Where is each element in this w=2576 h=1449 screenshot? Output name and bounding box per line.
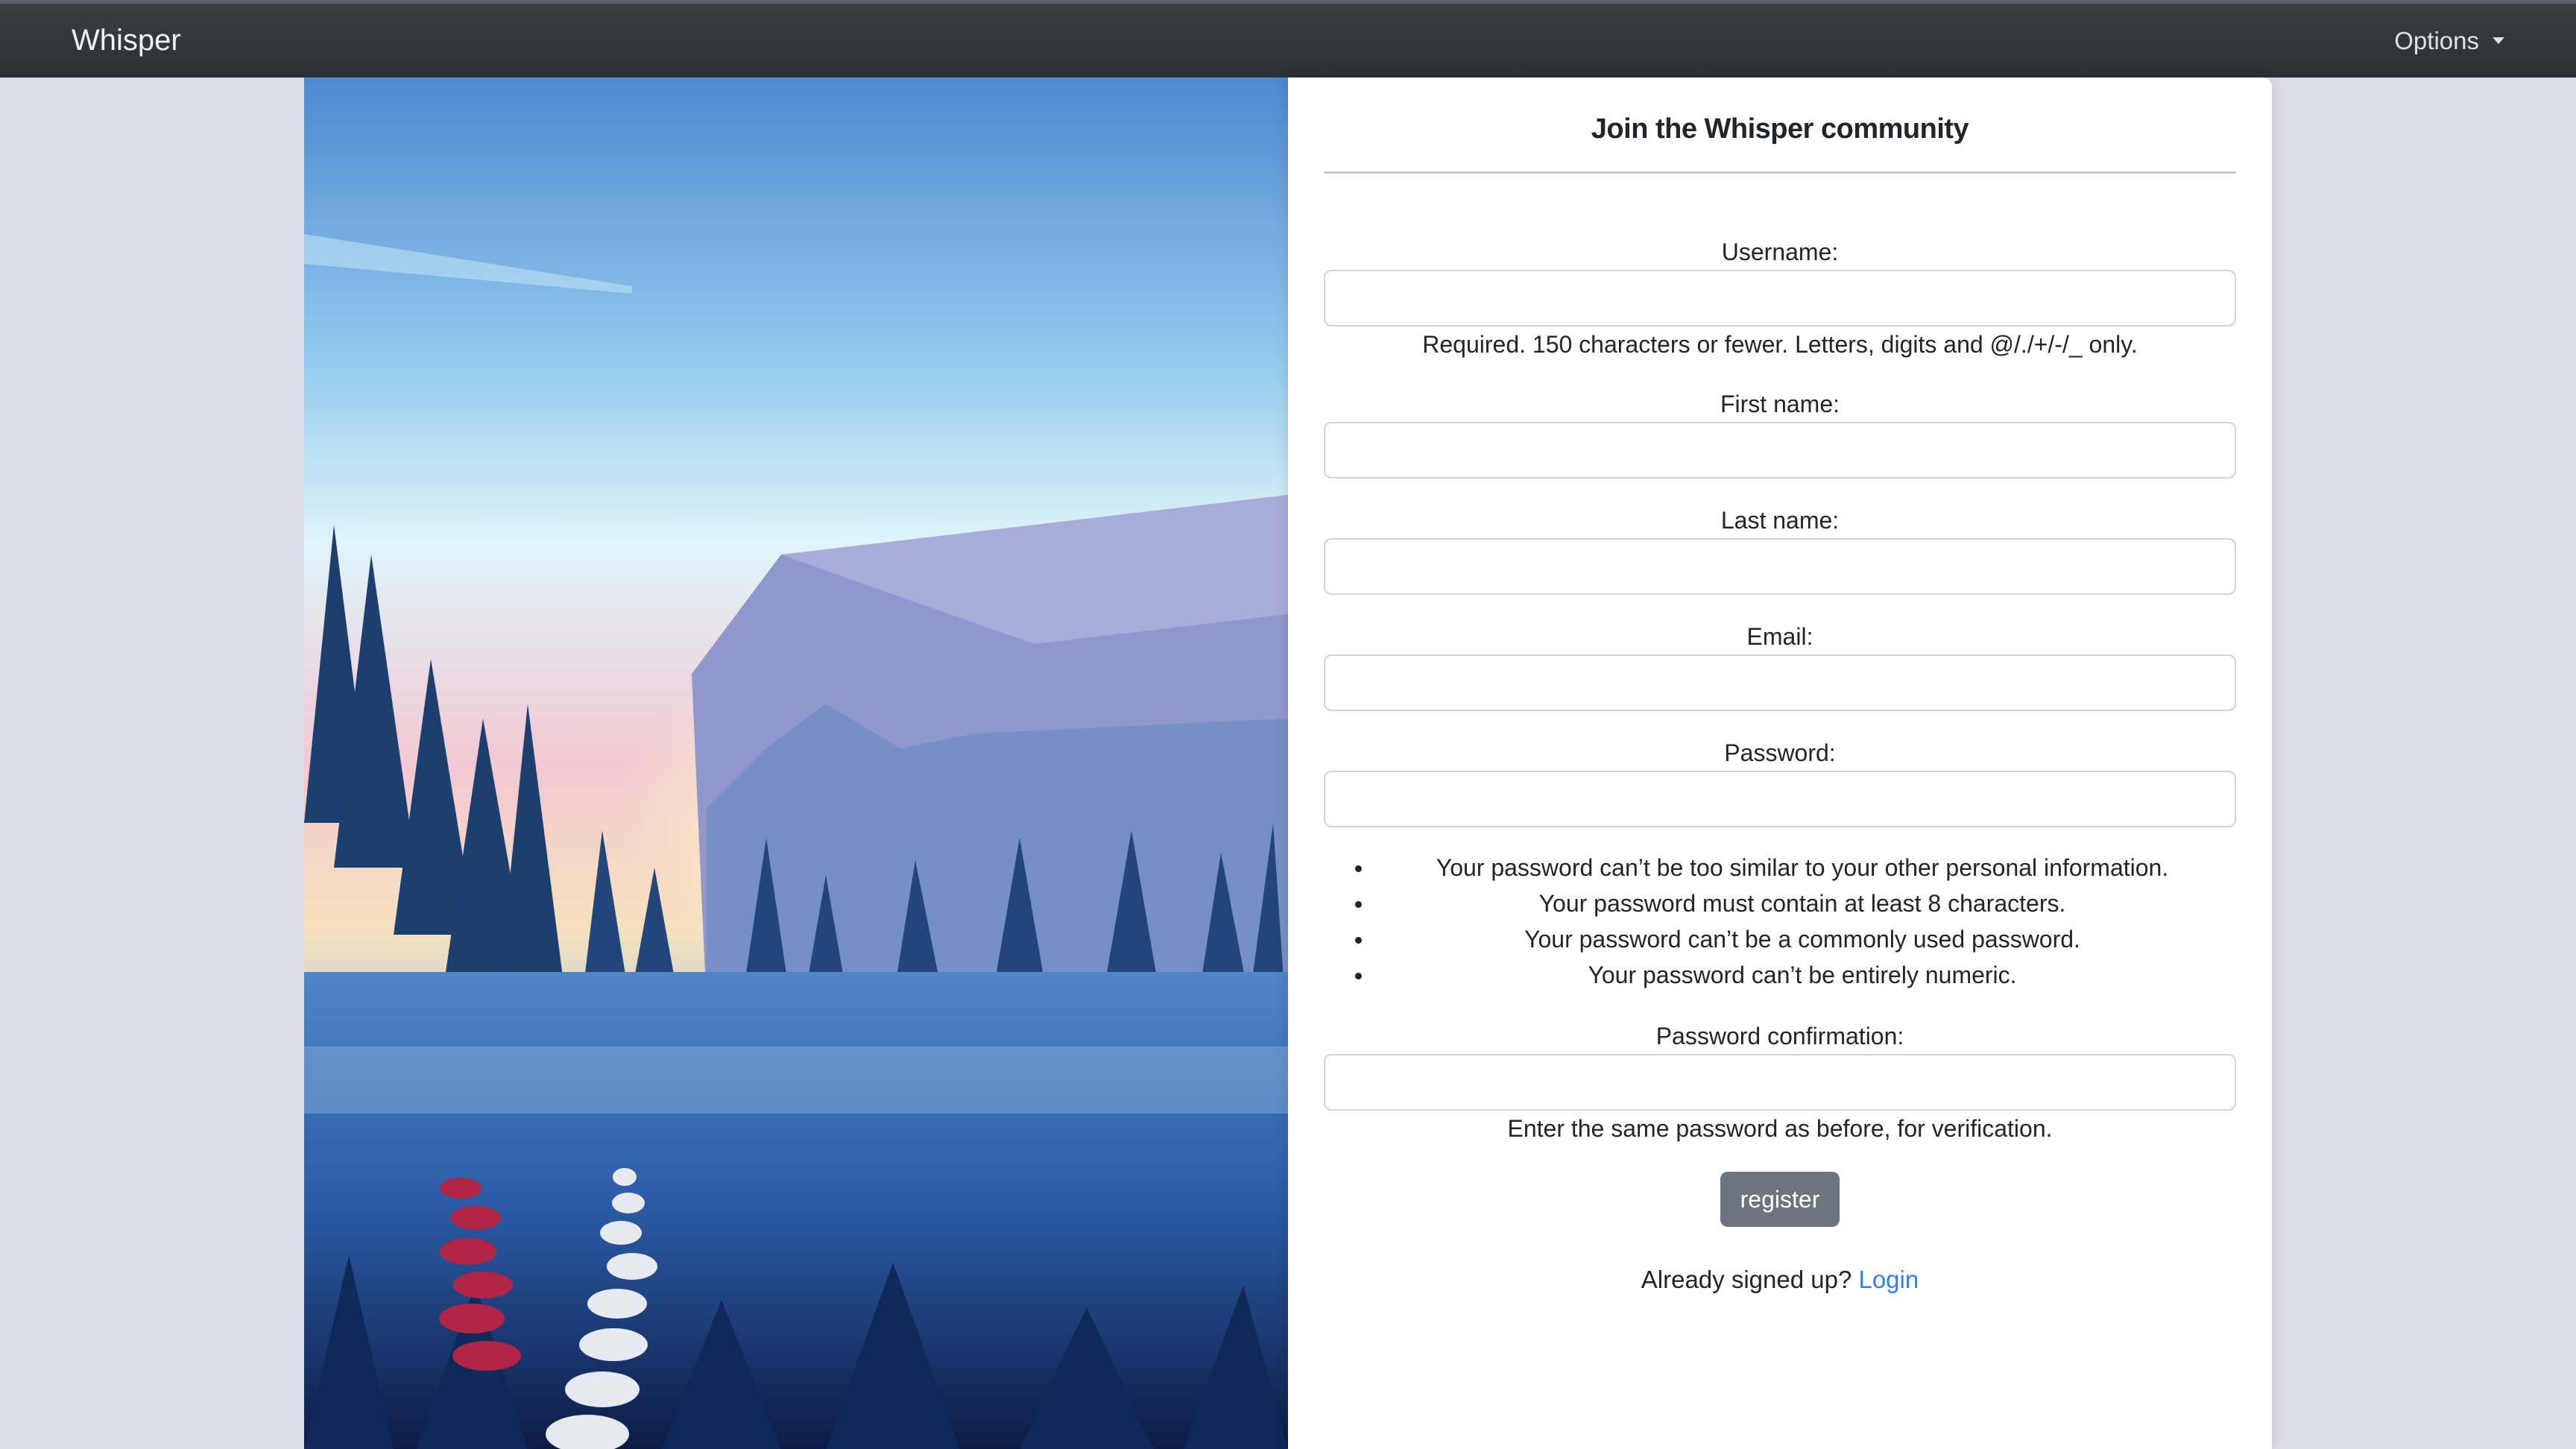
- password-rules: Your password can’t be too similar to yo…: [1324, 850, 2236, 993]
- password-rule: Your password can’t be too similar to yo…: [1324, 850, 2236, 886]
- last-name-field[interactable]: [1324, 538, 2236, 595]
- landscape-scene: [304, 78, 1288, 1449]
- brand-name[interactable]: Whisper: [72, 24, 181, 57]
- last-name-label: Last name:: [1720, 507, 1840, 534]
- username-field[interactable]: [1324, 270, 2236, 326]
- register-button[interactable]: register: [1720, 1172, 1840, 1227]
- password-confirmation-field[interactable]: [1324, 1054, 2236, 1111]
- signin-prompt: Already signed up? Login: [1324, 1266, 2236, 1294]
- password-label: Password:: [1724, 739, 1836, 766]
- title-divider: [1324, 171, 2236, 174]
- password-confirmation-label: Password confirmation:: [1655, 1023, 1904, 1049]
- password-field[interactable]: [1324, 771, 2236, 827]
- options-dropdown[interactable]: Options: [2394, 27, 2504, 55]
- first-name-label: First name:: [1720, 391, 1840, 417]
- login-link[interactable]: Login: [1858, 1266, 1919, 1293]
- chevron-down-icon: [2493, 37, 2504, 44]
- email-label: Email:: [1746, 623, 1813, 650]
- username-help: Required. 150 characters or fewer. Lette…: [1422, 331, 2138, 358]
- password-rule: Your password can’t be entirely numeric.: [1324, 957, 2236, 993]
- top-navbar: Whisper Options: [0, 0, 2576, 78]
- registration-card: Join the Whisper community Username: Req…: [1288, 78, 2272, 1449]
- form-title: Join the Whisper community: [1591, 113, 1969, 145]
- email-field[interactable]: [1324, 654, 2236, 711]
- landscape-illustration: [304, 78, 1288, 1449]
- password-rule: Your password must contain at least 8 ch…: [1324, 886, 2236, 921]
- signin-text: Already signed up?: [1641, 1266, 1852, 1293]
- first-name-field[interactable]: [1324, 422, 2236, 479]
- password-confirmation-help: Enter the same password as before, for v…: [1507, 1115, 2053, 1142]
- options-label: Options: [2394, 26, 2479, 54]
- username-label: Username:: [1721, 239, 1839, 265]
- password-rule: Your password can’t be a commonly used p…: [1324, 921, 2236, 957]
